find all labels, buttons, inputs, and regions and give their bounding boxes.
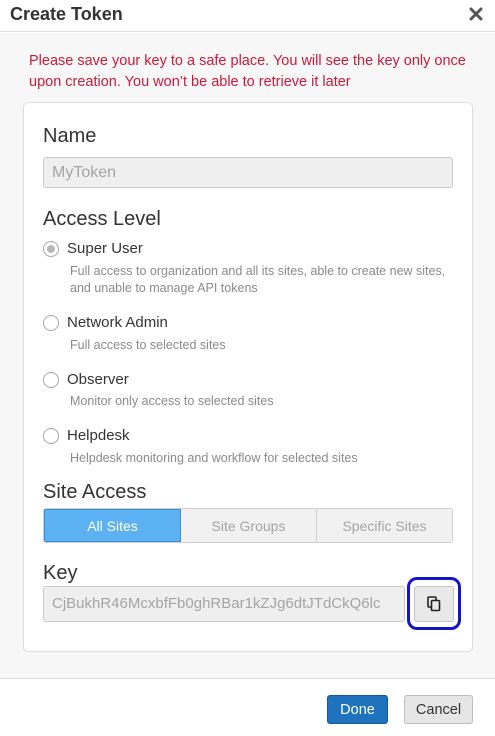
segment-site-groups[interactable]: Site Groups — [181, 509, 317, 542]
dialog-body: Please save your key to a safe place. Yo… — [0, 33, 495, 678]
copy-button-highlight — [407, 577, 461, 630]
segment-all-sites[interactable]: All Sites — [44, 509, 181, 542]
radio-label-super-user: Super User — [67, 240, 143, 257]
segment-specific-sites[interactable]: Specific Sites — [317, 509, 452, 542]
radio-button[interactable] — [43, 314, 59, 331]
radio-button[interactable] — [43, 371, 59, 388]
radio-label-observer: Observer — [67, 371, 129, 388]
radio-network-admin[interactable]: Network Admin — [43, 314, 168, 331]
site-access-segmented-control: All Sites Site Groups Specific Sites — [43, 508, 453, 543]
key-label: Key — [43, 562, 78, 584]
done-button[interactable]: Done — [327, 695, 388, 724]
close-button[interactable] — [465, 2, 487, 26]
radio-label-network-admin: Network Admin — [67, 314, 168, 331]
copy-icon — [427, 595, 441, 611]
site-access-label: Site Access — [43, 481, 147, 503]
name-field[interactable]: MyToken — [43, 157, 453, 188]
name-label: Name — [43, 125, 97, 147]
create-token-dialog: Create Token Please save your key to a s… — [0, 0, 495, 736]
radio-button-checked[interactable] — [43, 240, 59, 257]
access-level-label: Access Level — [43, 208, 161, 230]
save-key-warning: Please save your key to a safe place. Yo… — [29, 53, 466, 90]
radio-desc-helpdesk: Helpdesk monitoring and workflow for sel… — [70, 451, 358, 465]
radio-desc-observer: Monitor only access to selected sites — [70, 394, 274, 408]
dialog-title: Create Token — [10, 4, 123, 24]
cancel-button[interactable]: Cancel — [404, 695, 473, 724]
copy-key-button[interactable] — [414, 585, 454, 622]
dialog-header: Create Token — [0, 0, 495, 32]
radio-label-helpdesk: Helpdesk — [67, 427, 130, 444]
close-icon — [469, 7, 483, 21]
radio-button[interactable] — [43, 427, 59, 444]
radio-helpdesk[interactable]: Helpdesk — [43, 427, 130, 444]
dialog-footer: Done Cancel — [0, 678, 495, 736]
radio-desc-super-user: Full access to organization and all its … — [70, 264, 446, 295]
radio-super-user[interactable]: Super User — [43, 240, 143, 257]
radio-observer[interactable]: Observer — [43, 371, 129, 388]
token-form-panel: Name MyToken Access Level Super User Ful… — [23, 102, 473, 652]
key-field[interactable]: CjBukhR46McxbfFb0ghRBar1kZJg6dtJTdCkQ6lc — [43, 586, 405, 622]
radio-desc-network-admin: Full access to selected sites — [70, 338, 226, 352]
